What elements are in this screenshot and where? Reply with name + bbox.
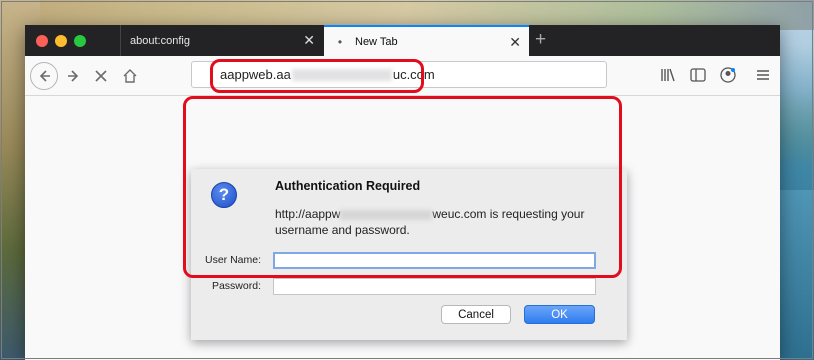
home-button[interactable]: [117, 63, 143, 89]
stop-button[interactable]: [88, 63, 114, 89]
close-tab-icon[interactable]: ✕: [509, 35, 521, 49]
url-bar[interactable]: aappweb.aa uc.com: [191, 61, 607, 88]
stop-icon: [95, 70, 107, 82]
menu-button[interactable]: [752, 64, 774, 86]
tab-label: New Tab: [355, 35, 398, 48]
dialog-message: http://aappw weuc.com is requesting your …: [275, 206, 615, 238]
back-arrow-icon: [39, 70, 50, 82]
tab-loading-icon: •: [337, 34, 343, 49]
password-field[interactable]: [273, 278, 596, 295]
home-icon: [123, 69, 137, 83]
sidebar-button[interactable]: [687, 64, 709, 86]
username-label: User Name:: [204, 254, 261, 266]
close-tab-icon[interactable]: ✕: [303, 33, 315, 47]
username-field[interactable]: [273, 252, 596, 269]
question-icon: ?: [211, 182, 237, 208]
forward-button[interactable]: [61, 63, 87, 89]
password-label: Password:: [211, 280, 261, 292]
forward-arrow-icon: [68, 70, 79, 82]
sidebar-icon: [690, 68, 706, 82]
dialog-title: Authentication Required: [275, 179, 421, 193]
tab-about-config[interactable]: about:config ✕: [120, 25, 323, 56]
zoom-window-button[interactable]: [74, 35, 86, 47]
cancel-button[interactable]: Cancel: [441, 305, 511, 324]
back-button[interactable]: [30, 62, 58, 90]
browser-window: about:config ✕ • New Tab ✕ + aappweb.aa …: [25, 25, 780, 360]
message-url-prefix: http://aappw: [275, 207, 341, 221]
close-window-button[interactable]: [36, 35, 48, 47]
tab-label: about:config: [130, 34, 190, 47]
page-content: ? Authentication Required http://aappw we…: [25, 97, 780, 360]
account-icon: [720, 67, 736, 83]
account-button[interactable]: [717, 64, 739, 86]
url-prefix: aappweb.aa: [220, 67, 291, 82]
library-icon: [661, 68, 675, 82]
minimize-window-button[interactable]: [55, 35, 67, 47]
authentication-dialog: ? Authentication Required http://aappw we…: [191, 169, 627, 340]
new-tab-button[interactable]: +: [535, 30, 546, 49]
navigation-toolbar: aappweb.aa uc.com: [25, 56, 780, 96]
tab-new-tab[interactable]: • New Tab ✕: [324, 25, 529, 56]
message-redaction: [340, 209, 433, 220]
tab-strip: about:config ✕ • New Tab ✕ +: [25, 25, 780, 56]
hamburger-menu-icon: [757, 70, 769, 80]
library-button[interactable]: [657, 64, 679, 86]
url-redaction: [291, 68, 392, 81]
ok-button[interactable]: OK: [524, 305, 595, 324]
url-suffix: uc.com: [392, 67, 435, 82]
